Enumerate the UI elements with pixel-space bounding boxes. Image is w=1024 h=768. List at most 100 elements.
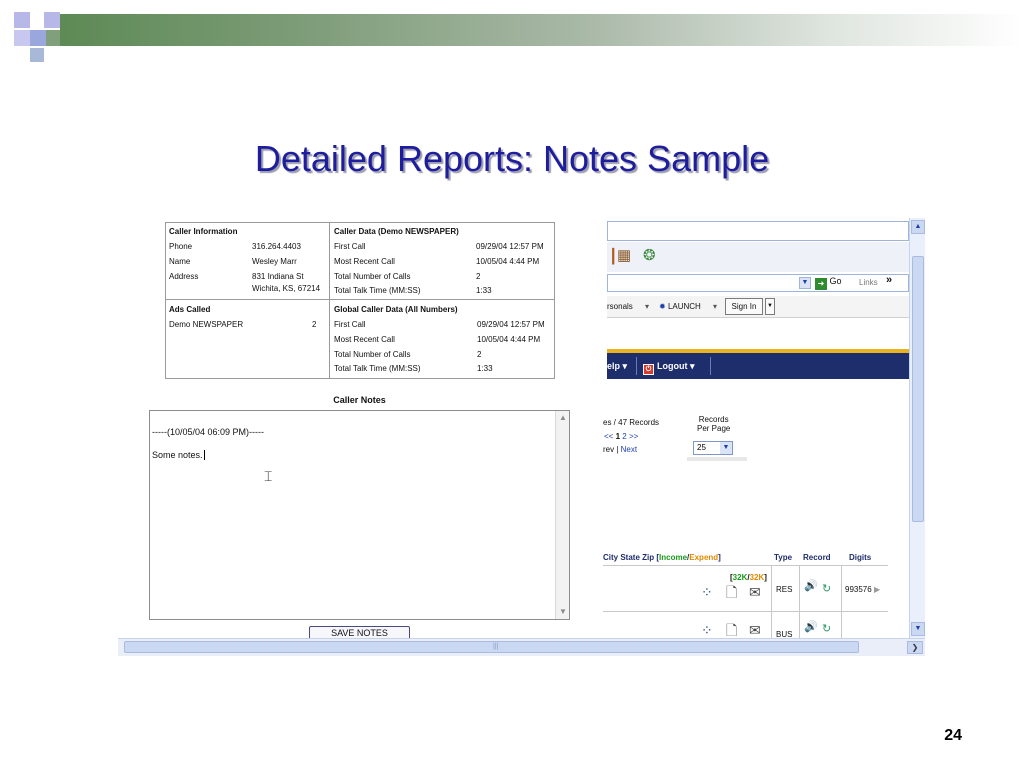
map-icon[interactable]: ⁘ [701,622,713,638]
download-icon[interactable]: ↻ [822,622,831,635]
page-number: 24 [944,727,962,744]
links-label[interactable]: Links [859,278,878,287]
caller-info-label: Phone [169,242,193,251]
global-data-label: Total Talk Time (MM:SS) [334,364,421,373]
pager-page-2[interactable]: 2 [622,432,626,441]
global-caller-data-heading: Global Caller Data (All Numbers) [334,305,458,314]
caller-info-label: Address [169,272,199,281]
chevron-down-icon[interactable]: ▾ [713,302,717,311]
document-icon[interactable]: 🗋 [726,620,737,638]
records-per-page-select[interactable]: 25 ▼ [693,441,733,455]
notes-line-wrap: Some notes. [152,450,205,460]
document-icon[interactable]: 🗋 [726,582,737,606]
text-caret [203,450,205,460]
col-income: Income [659,553,688,562]
scroll-thumb[interactable] [912,256,924,522]
speaker-icon[interactable]: 🔊 [804,620,818,633]
title-gradient-bar [60,14,1024,46]
nav-divider [710,357,711,375]
envelope-icon[interactable]: ✉ [749,622,761,638]
caller-data-heading: Caller Data (Demo NEWSPAPER) [334,227,459,236]
expend-value: 32K [749,573,765,582]
col-type[interactable]: Type [774,553,792,562]
col-record[interactable]: Record [803,553,831,562]
sign-in-dropdown-icon[interactable]: ▼ [765,298,775,315]
caller-data-label: First Call [334,242,366,251]
address-dropdown-icon[interactable]: ▼ [799,277,811,289]
sign-in-button[interactable]: Sign In [725,298,763,315]
chevron-right-icon[interactable]: » [886,274,892,286]
table-rule [799,565,800,638]
browser-vertical-scrollbar[interactable]: ▲ ▼ [909,218,925,638]
ads-called-heading: Ads Called [169,305,211,314]
bookmark-launch[interactable]: ✹ LAUNCH [659,302,701,311]
map-icon[interactable]: ⁘ [701,584,713,601]
table-rule [771,565,772,638]
notes-scrollbar[interactable]: ▲ ▼ [555,411,569,619]
scroll-down-icon[interactable]: ▼ [911,622,925,636]
global-data-value: 09/29/04 12:57 PM [477,320,545,329]
pager-first-link[interactable]: << [604,432,613,441]
caller-notes-label: Caller Notes [333,395,386,405]
global-data-value: 1:33 [477,364,493,373]
messenger-icon[interactable]: ❂ [643,246,656,264]
ibeam-cursor-icon: ⌶ [264,469,273,485]
speaker-icon[interactable]: 🔊 [804,579,818,592]
col-label: City State Zip [ [603,553,660,562]
decor-square-green [46,30,60,46]
chevron-down-icon[interactable]: ▼ [720,442,732,454]
horizontal-scrollbar[interactable]: ||| ❯ [118,638,925,656]
decor-square-small [30,48,44,62]
nav-logout-label: Logout [657,361,688,371]
scroll-right-icon[interactable]: ❯ [907,641,923,654]
scroll-up-icon[interactable]: ▲ [911,220,925,234]
records-count: es / 47 Records [603,418,660,427]
caller-data-value: 1:33 [476,286,492,295]
nav-help[interactable]: elp ▾ [607,361,627,372]
nav-help-label: elp [607,361,621,371]
row-type: BUS [776,630,793,638]
grip-icon: ||| [493,643,499,650]
next-link[interactable]: Next [621,445,637,454]
launch-icon: ✹ [659,302,666,311]
caller-name: Wesley Marr [252,257,297,266]
nav-logout[interactable]: ⏻ Logout ▾ [643,361,695,375]
scroll-up-icon[interactable]: ▲ [558,413,568,423]
col-close: ] [718,553,721,562]
decor-square-lavender [14,30,30,46]
play-icon[interactable]: ▶ [874,585,880,594]
search-field[interactable] [607,221,909,241]
caller-data-value: 2 [476,272,481,281]
ad-call-count: 2 [312,320,317,329]
pager: << 1 2 >> [604,432,638,441]
col-expend: Expend [689,553,719,562]
bookmark-personals[interactable]: rsonals [607,302,633,311]
prev-link[interactable]: rev [603,445,614,454]
income-value: 32K [732,573,748,582]
caller-address-line2: Wichita, KS, 67214 [252,284,321,293]
col-city-state-zip[interactable]: City State Zip [Income/Expend] [603,553,721,562]
pager-last-link[interactable]: >> [629,432,638,441]
col-digits[interactable]: Digits [849,553,871,562]
pager-current-page: 1 [615,432,621,441]
caller-info-heading: Caller Information [169,227,238,236]
global-data-value: 10/05/04 4:44 PM [477,335,541,344]
rpp-label-line2: Per Page [697,424,731,433]
media-icon[interactable]: ▦ [617,246,631,264]
chevron-down-icon[interactable]: ▾ [645,302,649,311]
caller-data-label: Most Recent Call [334,257,395,266]
go-label: Go [829,276,842,286]
caller-notes-textarea[interactable]: -----(10/05/04 06:09 PM)----- Some notes… [149,410,570,620]
toolbar-row: ┃ ▦ ❂ [607,242,909,272]
download-icon[interactable]: ↻ [822,582,831,595]
launch-label: LAUNCH [667,302,701,311]
row-type: RES [776,585,793,594]
go-button[interactable]: ➜ Go [815,276,842,290]
go-arrow-icon: ➜ [815,278,827,290]
scroll-down-icon[interactable]: ▼ [558,607,568,617]
envelope-icon[interactable]: ✉ [749,584,761,601]
global-data-label: First Call [334,320,366,329]
scroll-thumb[interactable]: ||| [124,641,859,653]
select-shadow [687,457,747,461]
power-icon: ⏻ [643,364,654,375]
